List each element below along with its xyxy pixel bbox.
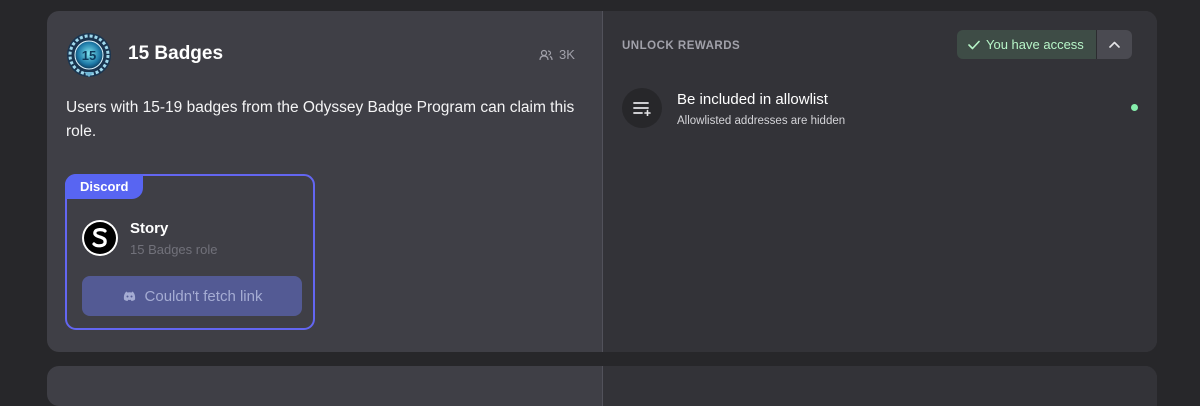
status-dot [1131, 104, 1138, 111]
access-status-label: You have access [986, 37, 1084, 52]
fetch-link-label: Couldn't fetch link [144, 287, 263, 305]
access-status-group: You have access [957, 30, 1132, 59]
member-count[interactable]: 3K [539, 47, 575, 62]
fetch-link-button[interactable]: Couldn't fetch link [82, 276, 302, 316]
badge-number: 15 [82, 48, 96, 63]
unlock-rewards-label: UNLOCK REWARDS [622, 40, 741, 52]
allowlist-icon-wrap [622, 88, 662, 128]
users-icon [539, 49, 553, 60]
role-badge-icon: 15 [67, 33, 111, 77]
server-name: Story [130, 220, 169, 237]
next-role-card [47, 366, 1157, 406]
collapse-toggle[interactable] [1095, 30, 1132, 59]
allowlist-icon [633, 101, 651, 116]
role-title: 15 Badges [128, 43, 224, 64]
discord-reward-card: Discord Story 15 Badges role Couldn't fe… [65, 174, 315, 330]
access-status-button[interactable]: You have access [957, 30, 1096, 59]
member-count-value: 3K [559, 47, 575, 62]
role-card: 15 15 Badges 3K Users with 15-19 badges … [47, 11, 1157, 352]
check-icon [968, 40, 980, 49]
next-card-right-panel [603, 366, 1157, 406]
server-role-label: 15 Badges role [130, 242, 218, 257]
platform-tag: Discord [65, 174, 144, 199]
allowlist-subtitle: Allowlisted addresses are hidden [677, 115, 846, 127]
unlock-rewards-panel: UNLOCK REWARDS You have access Be includ… [603, 11, 1157, 352]
discord-icon [123, 291, 135, 301]
allowlist-title: Be included in allowlist [677, 91, 828, 108]
story-server-icon [82, 220, 118, 256]
role-description: Users with 15-19 badges from the Odyssey… [66, 99, 575, 140]
role-details-panel: 15 15 Badges 3K Users with 15-19 badges … [47, 11, 602, 352]
chevron-up-icon [1109, 41, 1120, 48]
